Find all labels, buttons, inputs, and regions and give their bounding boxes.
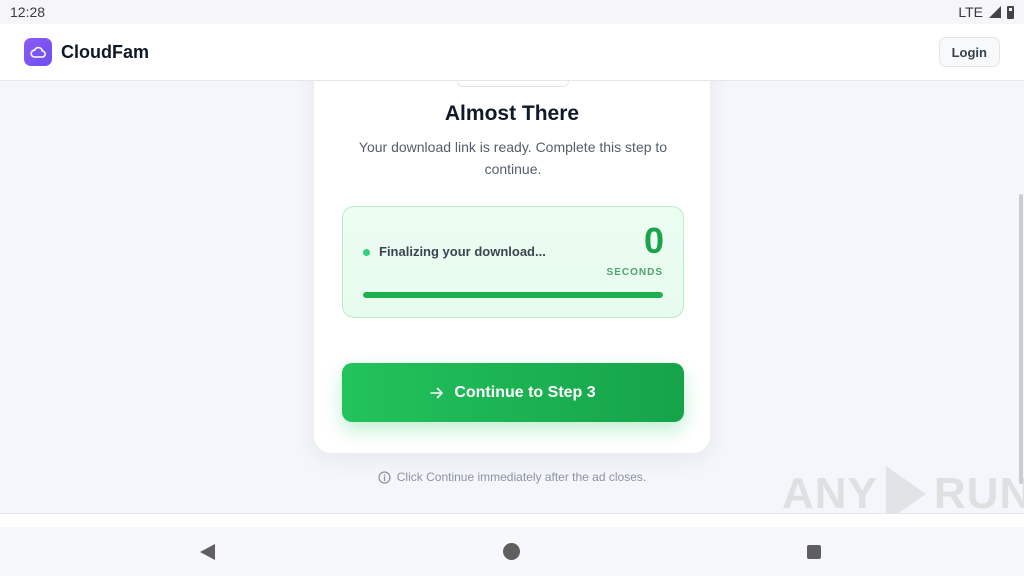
card-subtitle: Your download link is ready. Complete th…: [358, 139, 668, 177]
recent-apps-icon[interactable]: [807, 545, 821, 559]
hint-label: Click Continue immediately after the ad …: [396, 470, 647, 484]
brand-name: CloudFam: [61, 41, 149, 62]
brand[interactable]: CloudFam: [24, 38, 149, 66]
progress-bar-fill: [363, 292, 663, 298]
countdown-value: 0: [643, 220, 664, 261]
login-button[interactable]: Login: [938, 37, 1000, 67]
status-icons: LTE: [958, 4, 1014, 20]
battery-icon: [1007, 5, 1014, 19]
continue-button[interactable]: Continue to Step 3: [342, 363, 684, 422]
android-nav-bar: [0, 527, 1024, 576]
download-card: Almost There Your download link is ready…: [313, 40, 711, 454]
hint-text: Click Continue immediately after the ad …: [313, 470, 711, 484]
network-type: LTE: [958, 4, 983, 20]
cloud-logo-icon: [24, 38, 52, 66]
watermark-left: ANY: [782, 469, 878, 518]
page-footer: [0, 513, 1024, 527]
scrollbar[interactable]: [1019, 194, 1023, 484]
watermark-right: RUN: [933, 469, 1024, 518]
top-header: CloudFam Login: [0, 24, 1024, 81]
status-bar: 12:28 LTE: [0, 0, 1024, 24]
countdown-unit: SECONDS: [606, 267, 663, 278]
continue-button-label: Continue to Step 3: [454, 383, 596, 401]
countdown-label: Finalizing your download...: [379, 244, 546, 259]
progress-bar: [363, 292, 663, 298]
status-time: 12:28: [10, 4, 46, 20]
card-title: Almost There: [444, 102, 580, 125]
countdown-panel: Finalizing your download... 0 SECONDS: [342, 206, 684, 318]
signal-icon: [989, 6, 1001, 18]
info-icon: [378, 470, 391, 484]
arrow-right-icon: [430, 387, 444, 398]
status-dot-icon: [363, 249, 370, 256]
back-icon[interactable]: [200, 544, 215, 560]
home-icon[interactable]: [503, 543, 520, 560]
